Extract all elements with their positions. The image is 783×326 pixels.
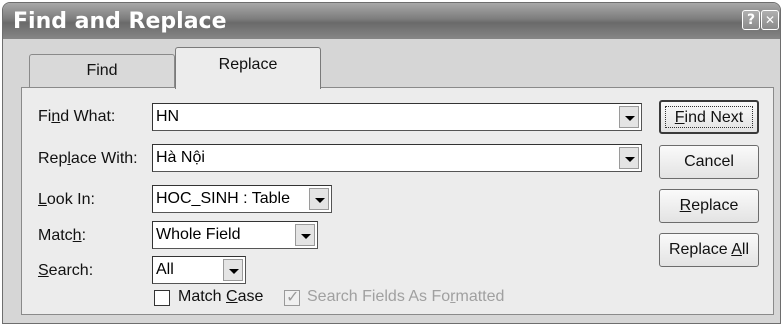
match-case-label[interactable]: Match Case <box>178 288 263 306</box>
replace-all-button[interactable]: Replace All <box>659 233 759 267</box>
find-replace-dialog: Find and Replace ? ✕ Find Replace Find W… <box>2 2 781 324</box>
cancel-button[interactable]: Cancel <box>659 145 759 179</box>
match-select[interactable]: Whole Field <box>152 221 318 249</box>
chevron-down-icon[interactable] <box>295 224 315 246</box>
close-icon[interactable]: ✕ <box>761 10 779 30</box>
replace-with-combobox[interactable]: Hà Nội <box>152 144 642 172</box>
chevron-down-icon[interactable] <box>619 106 639 128</box>
tab-find[interactable]: Find <box>29 54 175 88</box>
replace-with-value: Hà Nội <box>156 149 205 166</box>
search-value: All <box>156 261 174 278</box>
look-in-label: Look In: <box>38 191 95 208</box>
find-what-label: Find What: <box>38 108 116 125</box>
replace-tab-panel: Find What: HN Replace With: Hà Nội Look … <box>21 87 774 315</box>
chevron-down-icon[interactable] <box>619 147 639 169</box>
look-in-select[interactable]: HOC_SINH : Table <box>152 185 332 213</box>
find-next-button[interactable]: Find Next <box>659 100 759 134</box>
tab-replace[interactable]: Replace <box>175 47 321 89</box>
match-value: Whole Field <box>156 226 241 243</box>
replace-button[interactable]: Replace <box>659 189 759 223</box>
search-label: Search: <box>38 262 94 279</box>
match-label: Match: <box>38 227 87 244</box>
help-icon[interactable]: ? <box>742 10 760 30</box>
title-bar[interactable]: Find and Replace ? ✕ <box>3 3 780 39</box>
chevron-down-icon[interactable] <box>223 259 243 281</box>
find-what-value: HN <box>156 108 180 125</box>
replace-with-label: Replace With: <box>38 150 138 167</box>
search-select[interactable]: All <box>152 256 246 284</box>
match-case-checkbox[interactable] <box>154 290 170 306</box>
search-formatted-label: Search Fields As Formatted <box>307 288 505 305</box>
chevron-down-icon[interactable] <box>309 188 329 210</box>
find-what-combobox[interactable]: HN <box>152 103 642 131</box>
checkmark-icon: ✓ <box>286 289 300 306</box>
look-in-value: HOC_SINH : Table <box>156 190 290 207</box>
dialog-title: Find and Replace <box>13 9 227 34</box>
search-formatted-checkbox[interactable]: ✓ <box>284 289 300 306</box>
